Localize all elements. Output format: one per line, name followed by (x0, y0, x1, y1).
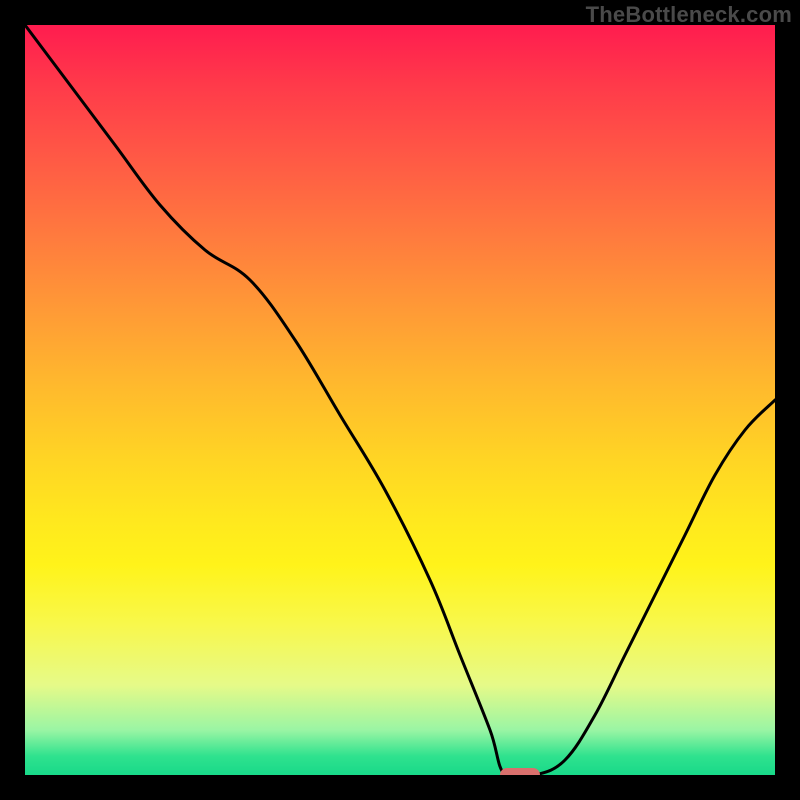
watermark-text: TheBottleneck.com (586, 2, 792, 28)
plot-area (25, 25, 775, 775)
curve-svg (25, 25, 775, 775)
bottleneck-curve-path (25, 25, 775, 775)
chart-frame: TheBottleneck.com (0, 0, 800, 800)
optimum-marker (500, 768, 540, 775)
